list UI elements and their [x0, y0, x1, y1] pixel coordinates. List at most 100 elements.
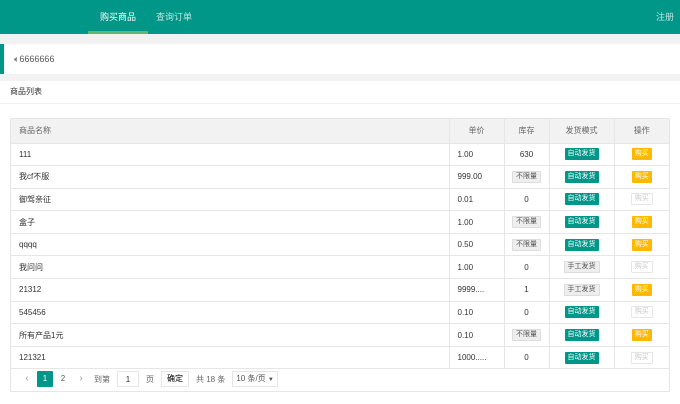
notice-text: 6666666	[19, 54, 55, 64]
unlimited-stock-badge: 不限量	[512, 329, 541, 342]
goods-stock-cell: 不限量	[504, 233, 550, 257]
table-row: 我cf不服 999.00 不限量 自动发货 购买	[11, 165, 669, 189]
unlimited-stock-badge: 不限量	[512, 216, 541, 229]
page-size-value: 10 条/页	[236, 374, 266, 383]
goods-price: 999.00	[449, 165, 505, 189]
goods-price: 0.10	[449, 301, 505, 325]
table-row: 所有产品1元 0.10 不限量 自动发货 购买	[11, 323, 669, 347]
goods-price: 0.01	[449, 188, 505, 212]
page-unit-label: 页	[146, 374, 154, 384]
table-row: qqqq 0.50 不限量 自动发货 购买	[11, 233, 669, 257]
delivery-mode-cell: 自动发货	[549, 188, 615, 212]
goto-confirm-button[interactable]: 确定	[161, 371, 189, 387]
buy-button[interactable]: 购买	[631, 283, 652, 296]
buy-button[interactable]: 购买	[631, 216, 652, 229]
goods-stock: 630	[519, 149, 534, 159]
notice-bar: 🔈︎6666666	[0, 44, 680, 74]
goods-stock-cell: 不限量	[504, 165, 550, 189]
goods-price: 1000.....	[449, 346, 505, 370]
action-cell: 购买	[614, 143, 669, 167]
auto-delivery-badge: 自动发货	[564, 329, 599, 342]
goods-stock: 0	[524, 307, 529, 317]
nav-register[interactable]: 注册	[656, 0, 674, 34]
nav-buy-goods[interactable]: 购买商品	[87, 0, 149, 34]
delivery-mode-cell: 自动发货	[549, 233, 615, 257]
goto-label: 到第	[94, 374, 110, 384]
goods-panel: 商品列表 商品名称 单价 库存 发货模式 操作 111 1.00 630 自动发货 购买…	[0, 81, 680, 404]
delivery-mode-cell: 自动发货	[549, 210, 615, 234]
auto-delivery-badge: 自动发货	[564, 306, 599, 319]
page-size-select[interactable]: 10 条/页 ▼	[232, 371, 278, 387]
table-row: 盒子 1.00 不限量 自动发货 购买	[11, 210, 669, 234]
goods-name: 我问问	[11, 255, 450, 280]
unlimited-stock-badge: 不限量	[512, 238, 541, 251]
goods-stock-cell: 不限量	[504, 210, 550, 234]
table-row: 21312 9999.... 1 手工发货 购买	[11, 278, 669, 302]
goods-stock-cell: 630	[504, 143, 550, 167]
goods-name: 21312	[11, 278, 450, 302]
goods-stock-cell: 0	[504, 188, 550, 212]
header-action: 操作	[614, 119, 669, 144]
panel-divider	[0, 103, 680, 104]
goods-price: 9999....	[449, 278, 505, 302]
action-cell: 购买	[614, 233, 669, 257]
action-cell: 购买	[614, 210, 669, 234]
goods-stock-cell: 1	[504, 278, 550, 302]
goods-stock-cell: 不限量	[504, 323, 550, 347]
goto-page-input[interactable]	[117, 371, 139, 387]
caret-down-icon: ▼	[267, 377, 274, 383]
manual-delivery-badge: 手工发货	[563, 283, 600, 296]
goods-name: 我cf不服	[11, 165, 450, 189]
buy-button[interactable]: 购买	[631, 148, 652, 161]
delivery-mode-cell: 自动发货	[549, 143, 615, 167]
table-row: 御驾亲征 0.01 0 自动发货 购买	[11, 188, 669, 212]
nav-query-order[interactable]: 查询订单	[156, 0, 192, 34]
table-header-row: 商品名称 单价 库存 发货模式 操作	[11, 119, 669, 144]
goods-price: 1.00	[449, 255, 505, 280]
header-stock: 库存	[504, 119, 550, 144]
buy-button[interactable]: 购买	[631, 170, 652, 183]
top-nav-bar: 购买商品 查询订单 注册	[0, 0, 680, 34]
table-row: 545456 0.10 0 自动发货 购买	[11, 301, 669, 325]
chevron-right-icon[interactable]: ›	[73, 371, 89, 387]
goods-stock-cell: 0	[504, 346, 550, 370]
auto-delivery-badge: 自动发货	[564, 170, 599, 183]
auto-delivery-badge: 自动发货	[564, 238, 599, 251]
goods-stock: 1	[524, 285, 529, 295]
action-cell: 购买	[614, 255, 669, 280]
page-1[interactable]: 1	[37, 371, 53, 387]
table-row: 我问问 1.00 0 手工发货 购买	[11, 255, 669, 280]
goods-stock: 0	[524, 194, 529, 204]
goods-table-body: 111 1.00 630 自动发货 购买 我cf不服 999.00 不限量 自动发货 购买 御驾亲征…	[11, 143, 669, 370]
goods-table: 商品名称 单价 库存 发货模式 操作 111 1.00 630 自动发货 购买 我cf不服…	[11, 119, 669, 370]
delivery-mode-cell: 自动发货	[549, 301, 615, 325]
header-price: 单价	[449, 119, 505, 144]
action-cell: 购买	[614, 323, 669, 347]
auto-delivery-badge: 自动发货	[564, 193, 599, 206]
goods-stock-cell: 0	[504, 255, 550, 280]
header-delivery-mode: 发货模式	[549, 119, 615, 144]
header-goods-name: 商品名称	[11, 119, 450, 144]
goods-name: 545456	[11, 301, 450, 325]
page-2[interactable]: 2	[55, 371, 71, 387]
chevron-left-icon[interactable]: ‹	[19, 371, 35, 387]
buy-button[interactable]: 购买	[631, 329, 652, 342]
manual-delivery-badge: 手工发货	[563, 261, 600, 274]
buy-button-disabled: 购买	[630, 306, 653, 319]
unlimited-stock-badge: 不限量	[512, 170, 541, 183]
action-cell: 购买	[614, 301, 669, 325]
goods-price: 0.50	[449, 233, 505, 257]
action-cell: 购买	[614, 278, 669, 302]
goods-table-box: 商品名称 单价 库存 发货模式 操作 111 1.00 630 自动发货 购买 我cf不服…	[10, 118, 670, 392]
goods-stock-cell: 0	[504, 301, 550, 325]
auto-delivery-badge: 自动发货	[564, 148, 599, 161]
delivery-mode-cell: 自动发货	[549, 165, 615, 189]
pagination: ‹ 1 2 › 到第 页 确定 共 18 条 10 条/页 ▼	[19, 371, 278, 387]
table-row: 111 1.00 630 自动发货 购买	[11, 143, 669, 167]
action-cell: 购买	[614, 165, 669, 189]
auto-delivery-badge: 自动发货	[564, 351, 599, 364]
buy-button[interactable]: 购买	[631, 238, 652, 251]
panel-title: 商品列表	[10, 87, 42, 96]
goods-name: qqqq	[11, 233, 450, 257]
goods-price: 1.00	[449, 210, 505, 234]
